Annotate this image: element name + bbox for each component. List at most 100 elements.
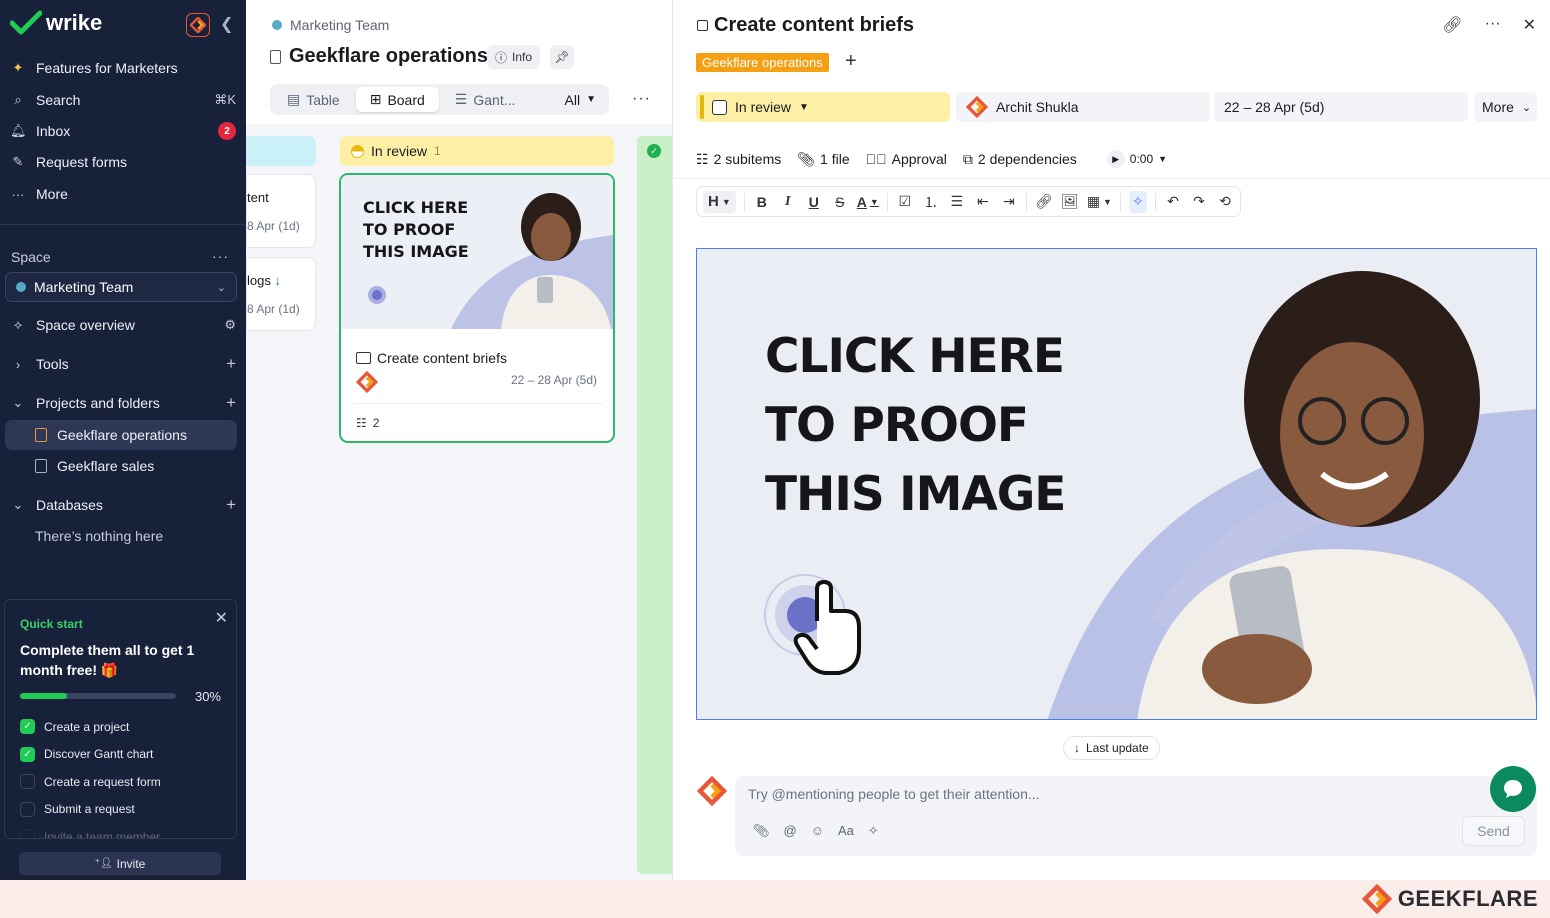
redo-icon[interactable]: ↷ bbox=[1190, 191, 1208, 213]
send-button[interactable]: Send bbox=[1462, 816, 1525, 846]
table-icon[interactable]: ▦ ▼ bbox=[1087, 191, 1112, 213]
italic-icon[interactable]: I bbox=[779, 191, 797, 213]
status-field[interactable]: In review ▼ bbox=[696, 92, 950, 122]
board-card-create-content-briefs[interactable]: CLICK HERE TO PROOF THIS IMAGE Create co… bbox=[339, 173, 615, 443]
nav-request-forms[interactable]: ✎ Request forms bbox=[10, 149, 236, 175]
nav-features-for-marketers[interactable]: ✦ Features for Marketers bbox=[10, 55, 236, 81]
tab-table[interactable]: ▤ Table bbox=[273, 87, 354, 112]
quick-start-task[interactable]: ✓ Create a project bbox=[20, 719, 129, 734]
space-overview-icon: ⟡ bbox=[13, 317, 23, 332]
column-header-partial[interactable] bbox=[246, 136, 316, 166]
nav-search[interactable]: ⌕ Search ⌘K bbox=[10, 87, 236, 113]
close-icon[interactable]: ✕ bbox=[215, 608, 228, 628]
chat-bubble-icon[interactable] bbox=[1490, 766, 1536, 812]
chevron-down-icon: ⌄ bbox=[12, 395, 24, 410]
underline-icon[interactable]: U bbox=[805, 191, 823, 213]
breadcrumb[interactable]: Marketing Team bbox=[272, 17, 389, 33]
date-field[interactable]: 22 – 28 Apr (5d) bbox=[1214, 92, 1468, 122]
column-header-in-review[interactable]: In review 1 bbox=[340, 136, 614, 166]
proof-image[interactable]: CLICK HERE TO PROOF THIS IMAGE bbox=[696, 248, 1537, 720]
outdent-icon[interactable]: ⇤ bbox=[974, 191, 992, 213]
subitems-count: 2 bbox=[372, 416, 380, 430]
approval-link[interactable]: ✓⃝ Approval bbox=[866, 151, 947, 167]
tab-gantt[interactable]: ☰ Gant... bbox=[441, 87, 530, 112]
nav-space-overview[interactable]: ⟡ Space overview ⚙ bbox=[10, 312, 236, 338]
undo-icon[interactable]: ↶ bbox=[1164, 191, 1182, 213]
board-card-partial[interactable]: tent 8 Apr (1d) bbox=[246, 174, 316, 248]
pin-icon[interactable]: 📌︎ bbox=[550, 45, 574, 69]
paperclip-icon[interactable]: 📎︎ bbox=[753, 823, 770, 839]
comment-input[interactable]: Try @mentioning people to get their atte… bbox=[735, 776, 1537, 856]
info-button[interactable]: ⓘ Info bbox=[487, 45, 541, 69]
text-format-icon[interactable]: Aa bbox=[838, 823, 854, 839]
files-link[interactable]: 📎︎ 1 file bbox=[797, 151, 849, 168]
nav-tools[interactable]: › Tools + bbox=[10, 351, 236, 377]
link-icon[interactable]: 🔗︎ bbox=[1442, 15, 1462, 35]
bold-icon[interactable]: B bbox=[753, 191, 771, 213]
nav-databases[interactable]: ⌄ Databases + bbox=[10, 492, 236, 518]
quick-start-task[interactable]: Invite a team member bbox=[20, 829, 160, 838]
progress-percent: 30% bbox=[194, 689, 221, 704]
task-title[interactable]: Create content briefs bbox=[714, 14, 914, 37]
heading-dropdown[interactable]: H ▼ bbox=[703, 190, 736, 213]
thumbnail-text-1: CLICK HERE bbox=[363, 198, 468, 217]
filter-dropdown[interactable]: All ▼ bbox=[565, 92, 606, 108]
wrike-logo[interactable]: wrike bbox=[10, 10, 102, 36]
link-icon[interactable]: 🔗︎ bbox=[1035, 191, 1053, 213]
quick-start-task[interactable]: Submit a request bbox=[20, 801, 135, 817]
quick-start-heading: Complete them all to get 1 month free! 🎁 bbox=[20, 642, 195, 678]
more-options-icon[interactable]: ··· bbox=[1485, 15, 1501, 35]
nav-label: Search bbox=[36, 92, 81, 108]
sidebar-item-geekflare-operations[interactable]: Geekflare operations bbox=[5, 420, 237, 450]
space-options-icon[interactable]: ··· bbox=[212, 248, 229, 264]
add-database-icon[interactable]: + bbox=[226, 495, 236, 515]
quick-start-task[interactable]: ✓ Discover Gantt chart bbox=[20, 746, 153, 762]
collapse-sidebar-icon[interactable]: ❮ bbox=[220, 14, 233, 34]
nav-projects-folders[interactable]: ⌄ Projects and folders + bbox=[10, 390, 236, 416]
project-tag[interactable]: Geekflare operations bbox=[696, 53, 829, 72]
gear-icon[interactable]: ⚙ bbox=[224, 317, 236, 333]
assignee-name: Archit Shukla bbox=[996, 99, 1079, 115]
workspace-logo-icon[interactable] bbox=[186, 13, 210, 37]
double-chevron-down-icon: ⌄ bbox=[1521, 101, 1532, 114]
ai-sparkle-icon[interactable]: ✧ bbox=[1128, 190, 1147, 213]
invite-button[interactable]: ⁺👤︎ Invite bbox=[19, 852, 221, 875]
more-fields-button[interactable]: More ⌄ bbox=[1474, 92, 1537, 122]
gantt-icon: ☰ bbox=[454, 91, 468, 107]
assignee-field[interactable]: Archit Shukla bbox=[956, 92, 1210, 122]
mention-icon[interactable]: @ bbox=[784, 823, 797, 839]
numbered-list-icon[interactable]: ⒈ bbox=[922, 191, 940, 213]
text-color-icon[interactable]: A ▼ bbox=[857, 191, 879, 213]
card-title: Create content briefs bbox=[377, 350, 507, 366]
sidebar-item-geekflare-sales[interactable]: Geekflare sales bbox=[5, 451, 237, 481]
last-update-button[interactable]: ↓ Last update bbox=[1063, 736, 1160, 760]
add-project-icon[interactable]: + bbox=[226, 393, 236, 413]
quick-start-task[interactable]: Create a request form bbox=[20, 774, 161, 789]
dependencies-link[interactable]: ⧉ 2 dependencies bbox=[963, 151, 1077, 168]
image-icon[interactable]: 🖼︎ bbox=[1061, 191, 1079, 213]
toolbar-divider bbox=[886, 192, 888, 211]
time-tracker[interactable]: ▶ 0:00 ▼ bbox=[1106, 150, 1167, 168]
space-selector[interactable]: Marketing Team ⌄ bbox=[5, 272, 237, 302]
history-icon[interactable]: ⟲ bbox=[1216, 191, 1234, 213]
nav-more[interactable]: ··· More bbox=[10, 181, 236, 207]
task-checkbox-icon[interactable] bbox=[697, 20, 708, 31]
add-tool-icon[interactable]: + bbox=[226, 354, 236, 374]
board-more-icon[interactable]: ··· bbox=[632, 90, 651, 108]
tab-board[interactable]: ⊞ Board bbox=[355, 87, 439, 112]
board-card-partial[interactable]: logs ↓ 8 Apr (1d) bbox=[246, 257, 316, 331]
indent-icon[interactable]: ⇥ bbox=[1000, 191, 1018, 213]
toolbar-divider bbox=[743, 192, 745, 211]
filter-label: All bbox=[564, 91, 581, 108]
bullet-list-icon[interactable]: ☰ bbox=[948, 191, 966, 213]
meta-divider bbox=[673, 178, 1550, 179]
column-completed-partial[interactable]: ✓ bbox=[637, 136, 672, 874]
close-icon[interactable]: ✕ bbox=[1523, 15, 1536, 35]
subitems-link[interactable]: ☷ 2 subitems bbox=[696, 151, 781, 168]
ai-sparkle-icon[interactable]: ✧ bbox=[868, 823, 879, 839]
emoji-icon[interactable]: ☺ bbox=[811, 823, 824, 839]
strikethrough-icon[interactable]: S bbox=[831, 191, 849, 213]
add-tag-icon[interactable]: + bbox=[845, 50, 857, 73]
checklist-icon[interactable]: ☑ bbox=[896, 191, 914, 213]
nav-inbox[interactable]: 🔔︎ Inbox 2 bbox=[10, 118, 236, 144]
